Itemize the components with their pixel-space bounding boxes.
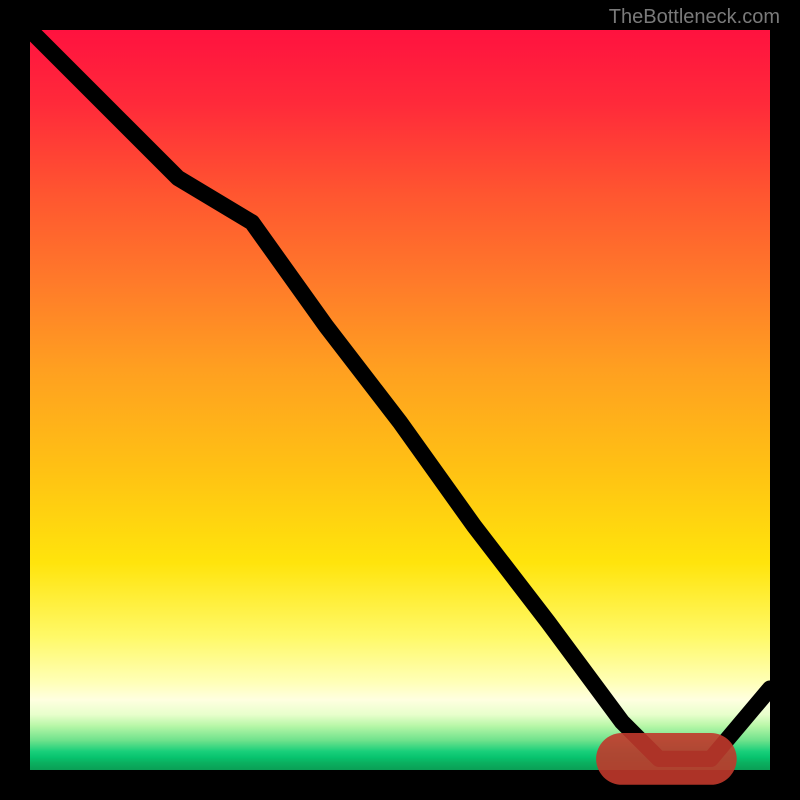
chart-overlay [30, 30, 770, 770]
chart-area [30, 30, 770, 770]
attribution-label: TheBottleneck.com [609, 6, 780, 29]
series-line [30, 30, 770, 759]
